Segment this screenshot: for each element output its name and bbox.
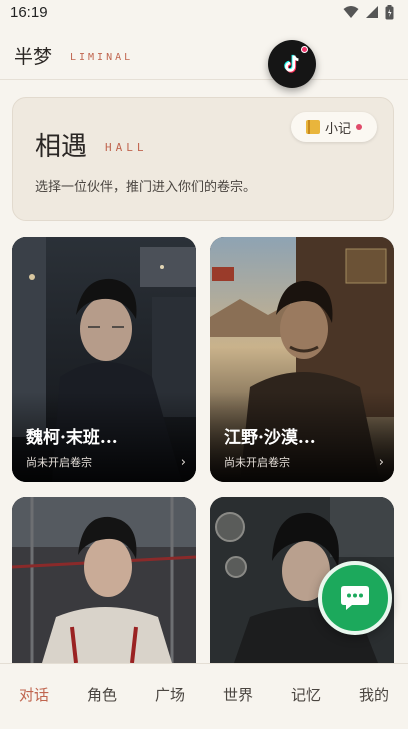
battery-icon [385, 4, 394, 19]
companion-status: 尚未开启卷宗 [26, 456, 92, 469]
nav-item-memory[interactable]: 记忆 [291, 684, 321, 705]
chevron-right-icon: › [180, 455, 186, 470]
tiktok-icon [284, 54, 299, 73]
hall-description: 选择一位伙伴，推门进入你们的卷宗。 [35, 180, 257, 195]
chat-fab-button[interactable] [318, 561, 392, 635]
app-title: 半梦 [14, 46, 53, 68]
wifi-icon [343, 6, 359, 18]
hall-card: 相遇 HALL 选择一位伙伴，推门进入你们的卷宗。 小记 [12, 97, 394, 221]
nav-item-chat[interactable]: 对话 [19, 684, 49, 705]
companion-status: 尚未开启卷宗 [224, 456, 290, 469]
companion-card[interactable]: 魏柯·末班... 尚未开启卷宗 › [12, 237, 196, 482]
status-icons [343, 4, 394, 20]
nav-item-me[interactable]: 我的 [359, 684, 389, 705]
note-button[interactable]: 小记 [291, 112, 377, 142]
notebook-icon [305, 120, 320, 134]
note-unread-dot [356, 124, 362, 130]
status-time: 16:19 [10, 3, 48, 21]
hall-title: 相遇 [35, 132, 88, 162]
nav-item-world[interactable]: 世界 [223, 684, 253, 705]
status-bar: 16:19 [0, 0, 408, 24]
notification-dot [301, 46, 308, 53]
companion-name: 魏柯·末班... [26, 428, 118, 448]
nav-item-plaza[interactable]: 广场 [155, 684, 185, 705]
companion-portrait [12, 497, 196, 663]
app-header: 半梦 LIMINAL [0, 36, 408, 80]
chevron-right-icon: › [378, 455, 384, 470]
app-subtitle: LIMINAL [70, 52, 134, 63]
tiktok-button[interactable] [268, 40, 316, 88]
bottom-nav: 对话 角色 广场 世界 记忆 我的 [0, 663, 408, 729]
nav-item-characters[interactable]: 角色 [87, 684, 117, 705]
signal-icon [366, 6, 378, 18]
note-label: 小记 [324, 121, 351, 137]
hall-tag: HALL [105, 141, 148, 154]
companion-name: 江野·沙漠... [224, 428, 316, 448]
companion-card[interactable] [12, 497, 196, 663]
chat-bubble-icon [341, 586, 369, 610]
companion-card[interactable]: 江野·沙漠... 尚未开启卷宗 › [210, 237, 394, 482]
